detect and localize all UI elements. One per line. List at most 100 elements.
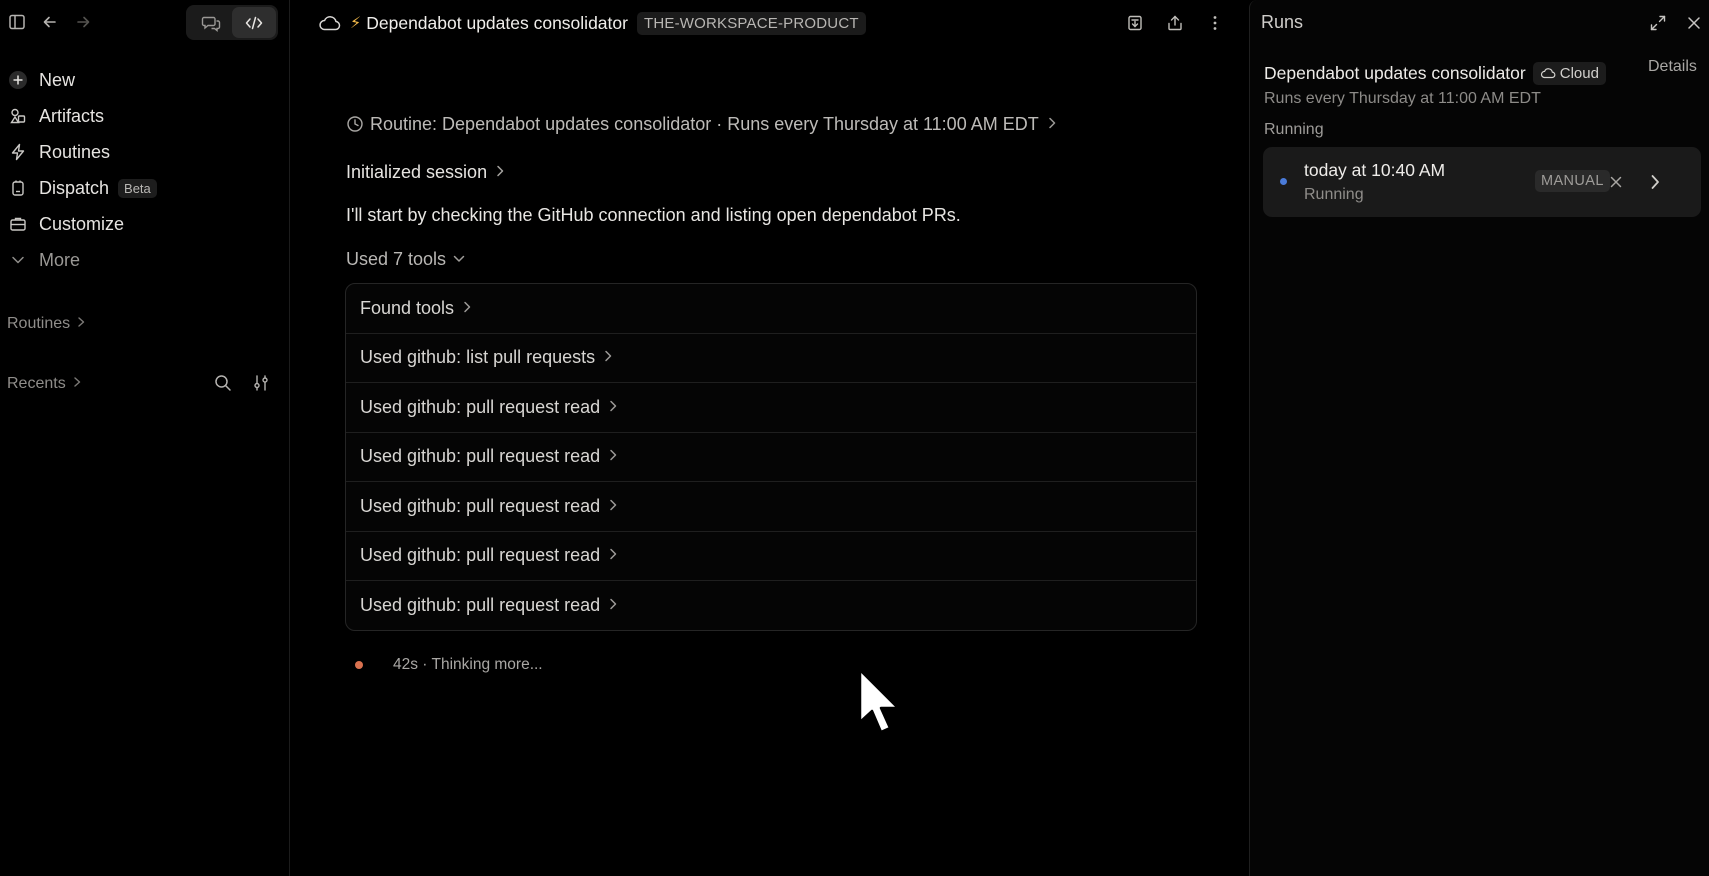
mouse-pointer-icon (858, 668, 900, 734)
sidebar-item-routines[interactable]: Routines (0, 134, 290, 170)
sidebar-item-label: Artifacts (39, 105, 105, 126)
tool-call-row[interactable]: Used github: pull request read (346, 433, 1196, 482)
thinking-text: 42s · Thinking more... (393, 656, 543, 673)
run-card[interactable]: today at 10:40 AM Running MANUAL (1263, 147, 1701, 217)
runs-panel-title: Runs (1261, 12, 1304, 32)
lightning-icon (8, 142, 28, 162)
chevron-down-icon (452, 249, 466, 270)
chevron-right-icon (608, 545, 618, 566)
briefcase-icon (8, 214, 28, 234)
tool-call-row[interactable]: Used github: pull request read (346, 581, 1196, 630)
tool-call-label: Used github: pull request read (360, 595, 601, 616)
artifacts-icon (8, 106, 28, 126)
share-icon[interactable] (1164, 12, 1186, 34)
used-tools-toggle[interactable]: Used 7 tools (346, 248, 466, 270)
sidebar-item-label: More (39, 249, 81, 270)
run-time: today at 10:40 AM (1304, 160, 1446, 180)
sidebar: New Artifacts Routines Dispatch Beta Cus… (0, 0, 290, 876)
sidebar-nav: New Artifacts Routines Dispatch Beta Cus… (0, 62, 290, 278)
chevron-right-icon (1047, 114, 1057, 135)
routine-schedule: Runs every Thursday at 11:00 AM EDT (1264, 90, 1541, 107)
sidebar-item-more[interactable]: More (0, 242, 290, 278)
tool-call-label: Found tools (360, 297, 455, 318)
tool-call-row[interactable]: Used github: list pull requests (346, 334, 1196, 383)
session-title-text: Dependabot updates consolidator (366, 12, 628, 33)
sidebar-item-label: Routines (39, 141, 111, 162)
plus-icon (8, 70, 28, 90)
chevron-right-icon (608, 496, 618, 517)
chat-bubbles-icon (201, 16, 221, 32)
dispatch-icon (8, 178, 28, 198)
chat-mode-button[interactable] (189, 7, 233, 38)
cloud-badge: Cloud (1532, 61, 1606, 85)
tool-call-label: Used github: list pull requests (360, 347, 596, 368)
tool-call-label: Used github: pull request read (360, 446, 601, 467)
routine-title: Dependabot updates consolidator Cloud (1264, 60, 1606, 86)
initialized-session[interactable]: Initialized session (346, 160, 505, 184)
cloud-icon (318, 14, 342, 32)
tool-call-label: Used github: pull request read (360, 495, 601, 516)
routine-info[interactable]: Routine: Dependabot updates consolidator… (346, 112, 1057, 136)
chevron-right-icon (495, 162, 505, 183)
chevron-down-icon (8, 250, 28, 270)
chevron-right-icon (76, 315, 86, 333)
sidebar-item-label: New (39, 69, 76, 90)
chevron-right-icon (72, 375, 82, 393)
sidebar-item-artifacts[interactable]: Artifacts (0, 98, 290, 134)
routines-section-header[interactable]: Routines (7, 313, 86, 335)
chevron-right-icon (608, 595, 618, 616)
recents-section-header[interactable]: Recents (7, 373, 82, 395)
tool-call-row[interactable]: Used github: pull request read (346, 532, 1196, 581)
workspace-badge[interactable]: THE-WORKSPACE-PRODUCT (636, 11, 866, 35)
initialized-session-text: Initialized session (346, 161, 488, 182)
section-label: Recents (7, 375, 66, 392)
session-title[interactable]: ⚡ Dependabot updates consolidator THE-WO… (318, 10, 866, 36)
cancel-run-icon[interactable] (1606, 172, 1626, 192)
tool-calls-list: Found tools Used github: list pull reque… (345, 283, 1197, 631)
app-window: New Artifacts Routines Dispatch Beta Cus… (0, 0, 1709, 876)
cloud-badge-text: Cloud (1559, 64, 1599, 82)
tool-call-row[interactable]: Found tools (346, 284, 1196, 334)
code-mode-button[interactable] (232, 7, 276, 38)
code-icon (245, 16, 263, 29)
chevron-right-icon (608, 397, 618, 418)
filter-sliders-icon[interactable] (251, 373, 271, 393)
running-status-dot-icon (1280, 178, 1287, 185)
forward-arrow-icon[interactable] (73, 12, 93, 32)
beta-badge: Beta (118, 178, 157, 198)
used-tools-label: Used 7 tools (346, 248, 447, 269)
conversation-header: ⚡ Dependabot updates consolidator THE-WO… (291, 0, 1248, 45)
sidebar-item-dispatch[interactable]: Dispatch Beta (0, 170, 290, 206)
sidebar-toolbar (0, 0, 290, 45)
chevron-right-icon (603, 347, 613, 368)
archive-icon[interactable] (1124, 12, 1146, 34)
tool-call-row[interactable]: Used github: pull request read (346, 482, 1196, 532)
expand-icon[interactable] (1647, 12, 1669, 34)
more-options-icon[interactable] (1204, 12, 1226, 34)
thinking-indicator: 42s · Thinking more... (346, 655, 543, 675)
sidebar-item-label: Customize (39, 213, 125, 234)
run-state: Running (1304, 186, 1364, 203)
tool-call-label: Used github: pull request read (360, 396, 601, 417)
runs-panel: Runs Dependabot updates consolidator Clo… (1249, 0, 1709, 876)
search-icon[interactable] (213, 373, 233, 393)
details-link[interactable]: Details (1648, 58, 1697, 76)
close-icon[interactable] (1683, 12, 1705, 34)
cloud-icon (1540, 68, 1556, 79)
mode-toggle (186, 5, 278, 40)
sidebar-item-customize[interactable]: Customize (0, 206, 290, 242)
lightning-bolt-icon: ⚡ (350, 15, 362, 32)
routine-title-text: Dependabot updates consolidator (1264, 62, 1526, 83)
chevron-right-icon[interactable] (1644, 171, 1666, 193)
sidebar-toggle-icon[interactable] (7, 12, 27, 32)
thinking-dot-icon (355, 661, 363, 669)
sidebar-item-label: Dispatch (39, 177, 110, 198)
back-arrow-icon[interactable] (40, 12, 60, 32)
tool-call-label: Used github: pull request read (360, 545, 601, 566)
chevron-right-icon (462, 298, 472, 319)
chevron-right-icon (608, 446, 618, 467)
manual-badge: MANUAL (1535, 170, 1610, 192)
tool-call-row[interactable]: Used github: pull request read (346, 383, 1196, 433)
routine-info-text: Routine: Dependabot updates consolidator… (370, 113, 1039, 134)
sidebar-item-new[interactable]: New (0, 62, 290, 98)
